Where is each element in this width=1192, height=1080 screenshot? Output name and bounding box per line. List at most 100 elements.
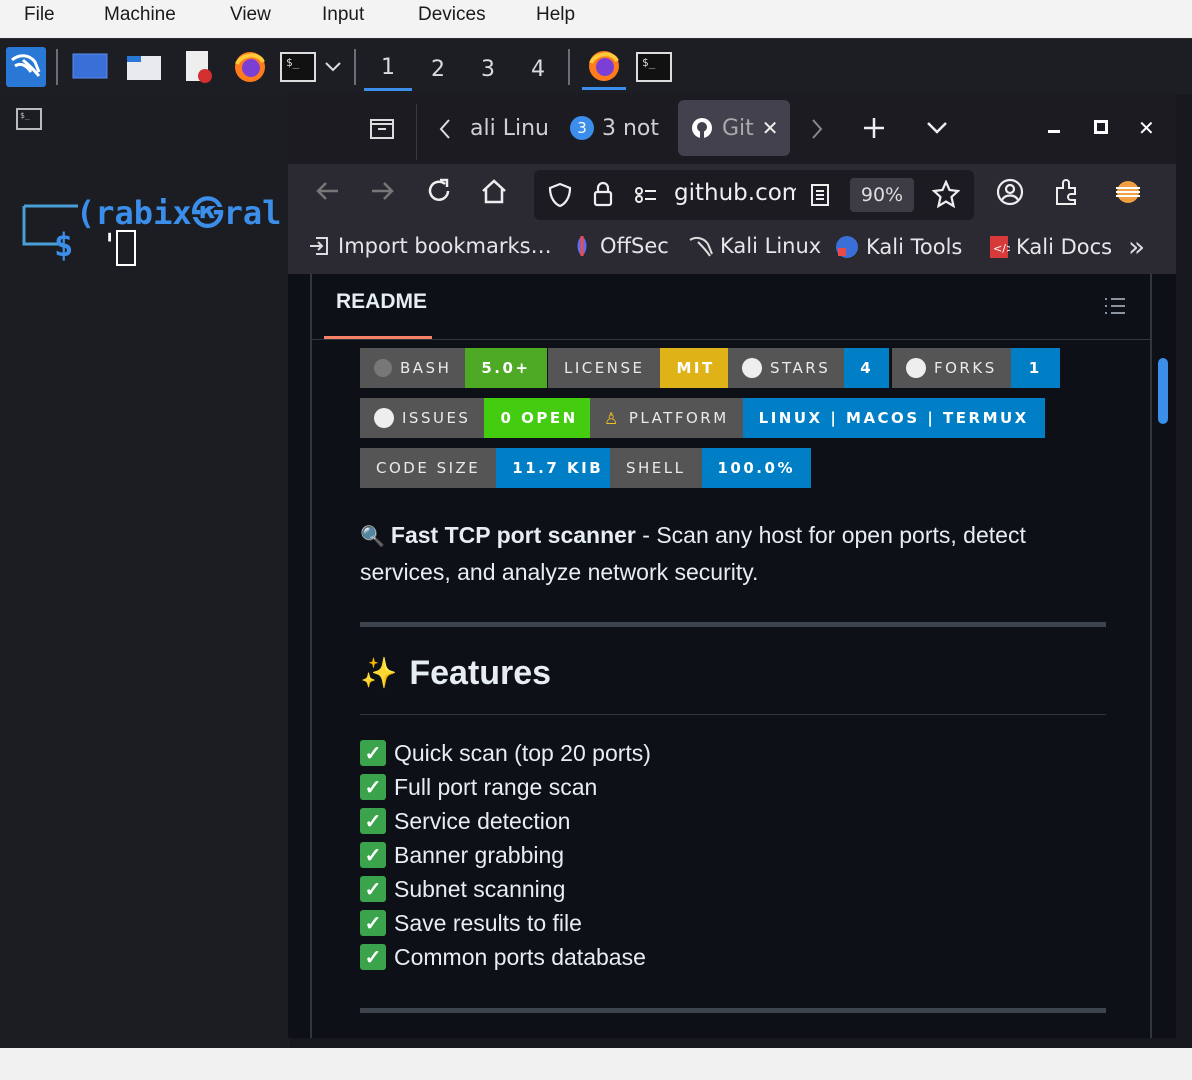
bookmark-star-icon[interactable] [931, 179, 961, 212]
list-item: ✓ Common ports database [360, 940, 651, 974]
list-item: ✓ Banner grabbing [360, 838, 651, 872]
back-icon[interactable] [314, 180, 340, 206]
more-bookmarks-icon[interactable]: » [1128, 230, 1145, 263]
terminal-window[interactable]: $_ (rabix㉿ral $ ' [0, 94, 290, 1048]
file-manager-icon[interactable] [126, 49, 162, 85]
workspace-2[interactable]: 2 [414, 47, 462, 91]
badge-value: 11.7 KIB [496, 448, 620, 488]
permissions-icon[interactable] [634, 186, 658, 208]
menu-view[interactable]: View [230, 4, 271, 26]
workspace-3[interactable]: 3 [464, 47, 512, 91]
page-content: README BASH 5.0+ LICENSE MIT STARS 4 FOR… [288, 274, 1176, 1038]
badge-value: 1 [1010, 348, 1060, 388]
bookmark-label: Kali Docs [1016, 235, 1113, 259]
menu-help[interactable]: Help [536, 4, 575, 26]
tab-badge: 3 [570, 116, 594, 140]
badge-code-size[interactable]: CODE SIZE 11.7 KIB [360, 448, 620, 488]
menu-file[interactable]: File [24, 4, 55, 26]
check-icon: ✓ [360, 944, 386, 970]
feature-text: Banner grabbing [394, 841, 565, 868]
check-icon: ✓ [360, 774, 386, 800]
tab-scroll-left-icon[interactable] [438, 118, 452, 144]
kali-menu-icon[interactable] [6, 47, 46, 87]
check-icon: ✓ [360, 808, 386, 834]
workspace-4[interactable]: 4 [514, 47, 562, 91]
close-window-icon[interactable]: ✕ [1138, 116, 1155, 140]
url-text[interactable]: github.com [674, 180, 796, 206]
outline-list-icon[interactable] [1104, 296, 1126, 320]
bookmark-kali-linux[interactable]: Kali Linux [688, 234, 821, 258]
import-icon [310, 237, 328, 255]
home-icon[interactable] [480, 178, 508, 208]
badge-forks[interactable]: FORKS 1 [892, 348, 1060, 388]
minimize-icon[interactable] [1048, 130, 1060, 133]
terminal-prompt-symbol: $ [54, 226, 74, 264]
section-divider [360, 622, 1106, 627]
github-icon [906, 358, 926, 378]
new-tab-icon[interactable] [862, 116, 886, 144]
menu-input[interactable]: Input [322, 4, 364, 26]
text-editor-icon[interactable] [180, 49, 216, 85]
terminal-task-icon[interactable]: $_ [636, 49, 672, 85]
maximize-icon[interactable] [1094, 120, 1108, 134]
feature-text: Subnet scanning [394, 875, 566, 902]
menu-devices[interactable]: Devices [418, 4, 486, 26]
badge-value: 4 [844, 348, 890, 388]
firefox-task-icon[interactable] [582, 44, 626, 90]
section-divider [360, 1008, 1106, 1013]
list-tabs-icon[interactable] [926, 120, 948, 139]
badge-label: CODE SIZE [376, 459, 481, 477]
readme-header: README [312, 274, 1150, 340]
readme-title[interactable]: README [336, 290, 427, 314]
list-item: ✓ Full port range scan [360, 770, 651, 804]
vm-menubar: File Machine View Input Devices Help [0, 0, 1192, 38]
list-item: ✓ Service detection [360, 804, 651, 838]
firefox-launcher-icon[interactable] [232, 49, 268, 85]
extensions-icon[interactable] [1054, 178, 1080, 210]
close-tab-icon[interactable]: ✕ [762, 116, 779, 140]
tab-overview-icon[interactable] [368, 114, 396, 146]
badge-shell[interactable]: SHELL 100.0% [610, 448, 811, 488]
app-menu-icon[interactable] [1112, 178, 1146, 210]
feature-text: Common ports database [394, 943, 646, 970]
terminal-launcher-icon[interactable]: $_ [280, 49, 316, 85]
lock-icon[interactable] [592, 180, 614, 212]
tab-scroll-right-icon[interactable] [810, 118, 824, 144]
chevron-down-icon[interactable] [318, 49, 348, 85]
check-icon: ✓ [360, 910, 386, 936]
tab-kali-linux[interactable]: ali Linu [470, 100, 550, 156]
vm-status-strip [0, 1048, 1192, 1080]
url-bar[interactable]: github.com 90% [534, 170, 974, 220]
feature-text: Full port range scan [394, 773, 598, 800]
readme-panel: README BASH 5.0+ LICENSE MIT STARS 4 FOR… [310, 274, 1152, 1038]
page-scrollbar[interactable] [1158, 358, 1168, 424]
menu-machine[interactable]: Machine [104, 4, 176, 26]
zoom-indicator[interactable]: 90% [850, 178, 914, 212]
badge-license[interactable]: LICENSE MIT [548, 348, 731, 388]
kali-docs-icon: </> [990, 236, 1010, 258]
terminal-tab-icon[interactable]: $_ [16, 108, 42, 134]
feature-text: Service detection [394, 807, 571, 834]
bookmark-offsec[interactable]: OffSec [570, 234, 669, 258]
kali-dragon-icon [689, 236, 713, 257]
badge-bash[interactable]: BASH 5.0+ [360, 348, 547, 388]
feature-text: Quick scan (top 20 ports) [394, 739, 651, 766]
show-desktop-icon[interactable] [72, 49, 108, 85]
bookmark-kali-docs[interactable]: </> Kali Docs [988, 234, 1112, 260]
account-icon[interactable] [996, 178, 1024, 210]
forward-icon[interactable] [370, 180, 396, 206]
reload-icon[interactable] [426, 178, 452, 208]
tab-notifications[interactable]: 3 3 not [570, 100, 666, 156]
reader-view-icon[interactable] [810, 183, 830, 211]
badge-issues[interactable]: ISSUES 0 OPEN [360, 398, 594, 438]
workspace-1[interactable]: 1 [364, 47, 412, 91]
badge-stars[interactable]: STARS 4 [728, 348, 890, 388]
badge-label: LICENSE [564, 359, 645, 377]
bookmark-import[interactable]: Import bookmarks… [308, 234, 552, 258]
badge-platform[interactable]: ♙ PLATFORM LINUX | MACOS | TERMUX [590, 398, 1045, 438]
tracking-protection-icon[interactable] [548, 182, 572, 212]
readme-tab-underline [324, 336, 432, 339]
tab-github[interactable]: Git ✕ [678, 100, 790, 156]
badge-label: PLATFORM [628, 409, 729, 427]
bookmark-kali-tools[interactable]: Kali Tools [834, 234, 962, 260]
